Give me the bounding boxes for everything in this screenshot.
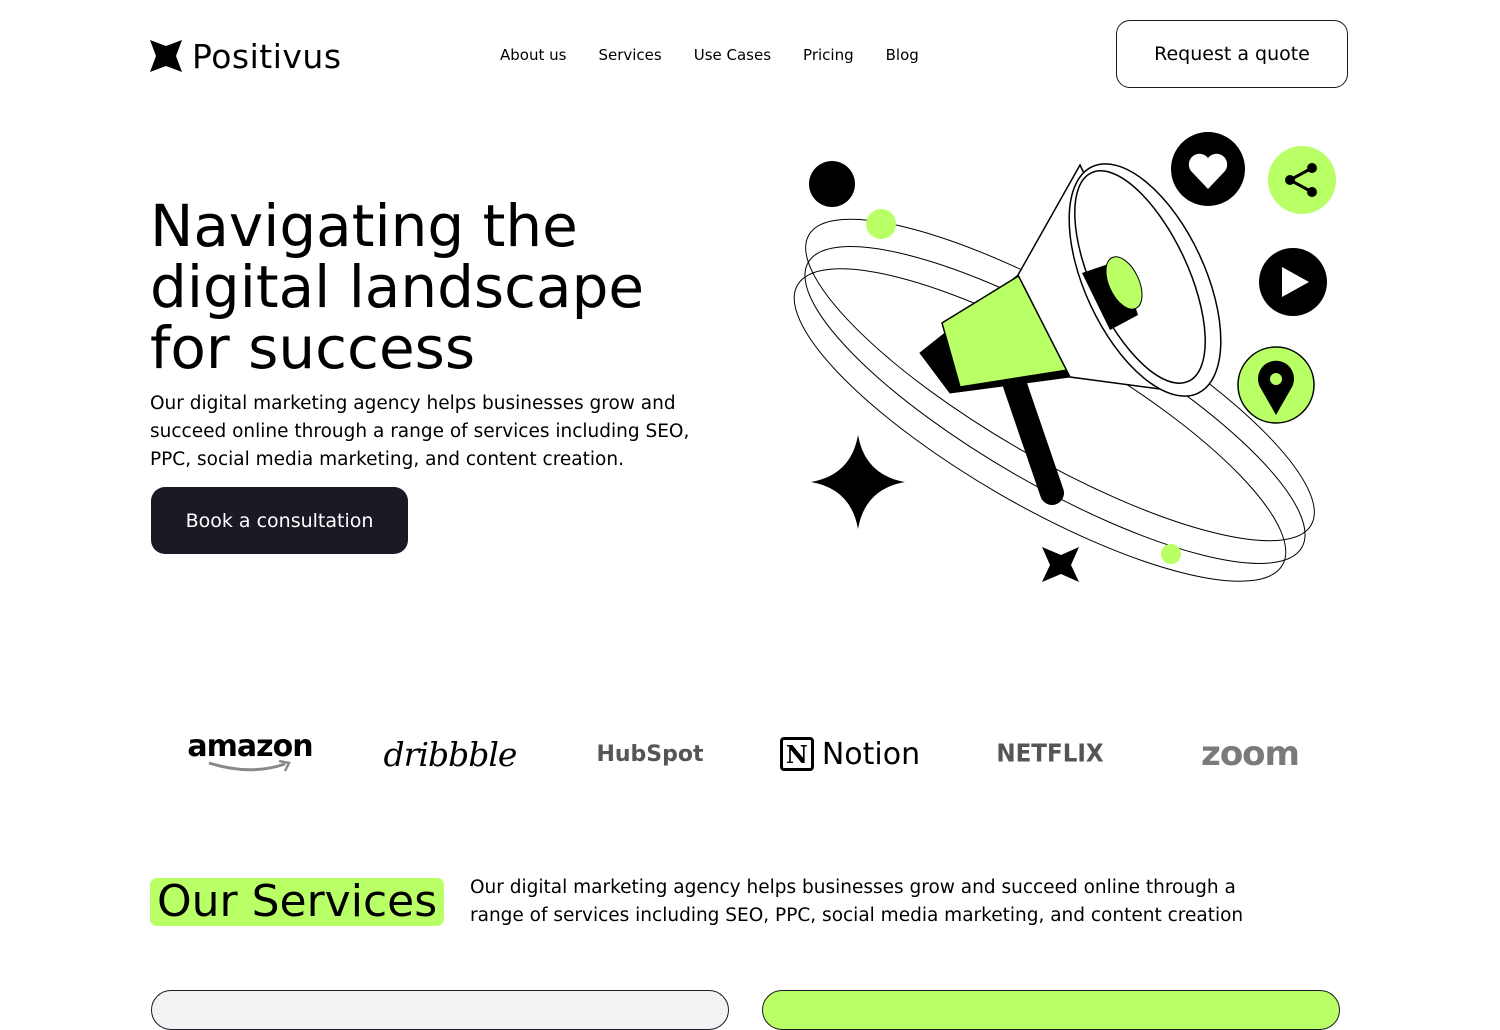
zoom-logo: zoom [1201,734,1300,774]
brand-logo[interactable]: Positivus [150,36,342,76]
notion-logo: N Notion [775,730,925,778]
logo-star-icon [150,40,182,72]
play-icon [1259,248,1327,316]
service-card-ppc[interactable] [762,990,1340,1030]
service-card-seo[interactable] [151,990,729,1030]
hero-title-line-1: Navigating the [150,192,578,260]
location-pin-icon [1237,346,1315,424]
dribbble-logo: dribbble [383,734,518,774]
hubspot-logo: HubSpot [596,741,704,767]
sparkle-icon [811,435,905,529]
services-heading: Our Services [150,878,445,926]
nav-blog[interactable]: Blog [886,44,919,66]
notion-wordmark: Notion [821,736,921,772]
nav-services[interactable]: Services [598,44,661,66]
amazon-logo: amazon [180,730,320,778]
request-quote-button[interactable]: Request a quote [1116,20,1348,88]
notion-icon: N [779,737,814,771]
nav-about-us[interactable]: About us [500,44,566,66]
megaphone-illustration [793,132,1336,582]
main-nav: About us Services Use Cases Pricing Blog [500,44,919,66]
brand-name: Positivus [192,36,342,76]
hero-title-line-2: digital landscape [150,253,645,321]
share-icon [1268,146,1336,214]
netflix-logo: NETFLIX [996,739,1104,769]
hero-description: Our digital marketing agency helps busin… [150,393,690,470]
amazon-wordmark: amazon [187,729,313,764]
book-consultation-button[interactable]: Book a consultation [151,487,408,554]
nav-pricing[interactable]: Pricing [803,44,854,66]
amazon-smile-icon [208,760,291,772]
nav-use-cases[interactable]: Use Cases [694,44,771,66]
services-description: Our digital marketing agency helps busin… [470,877,1244,926]
hero-title: Navigating the digital landscape for suc… [150,196,750,379]
hero-title-line-3: for success [150,314,476,382]
heart-icon [1171,132,1245,206]
